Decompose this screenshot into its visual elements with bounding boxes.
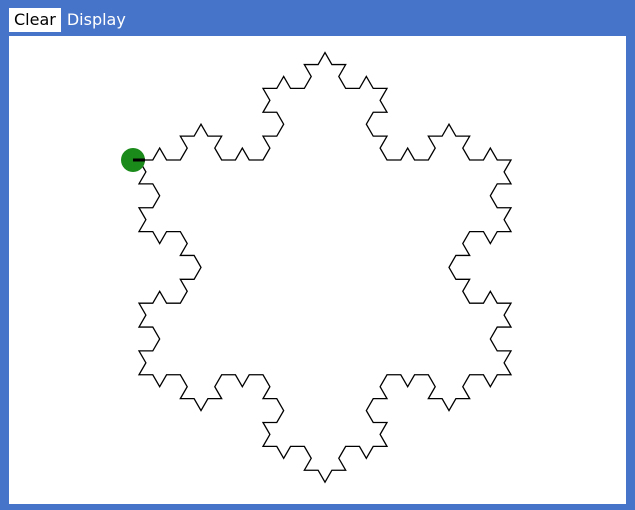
koch-snowflake-drawing xyxy=(121,51,513,484)
clear-button[interactable]: Clear xyxy=(9,8,61,32)
app-window: Clear Display xyxy=(0,0,635,510)
display-button[interactable]: Display xyxy=(65,8,128,32)
toolbar: Clear Display xyxy=(9,8,128,32)
turtle-icon xyxy=(121,148,145,172)
drawing-canvas[interactable] xyxy=(9,36,626,504)
koch-snowflake-curve xyxy=(137,51,513,484)
